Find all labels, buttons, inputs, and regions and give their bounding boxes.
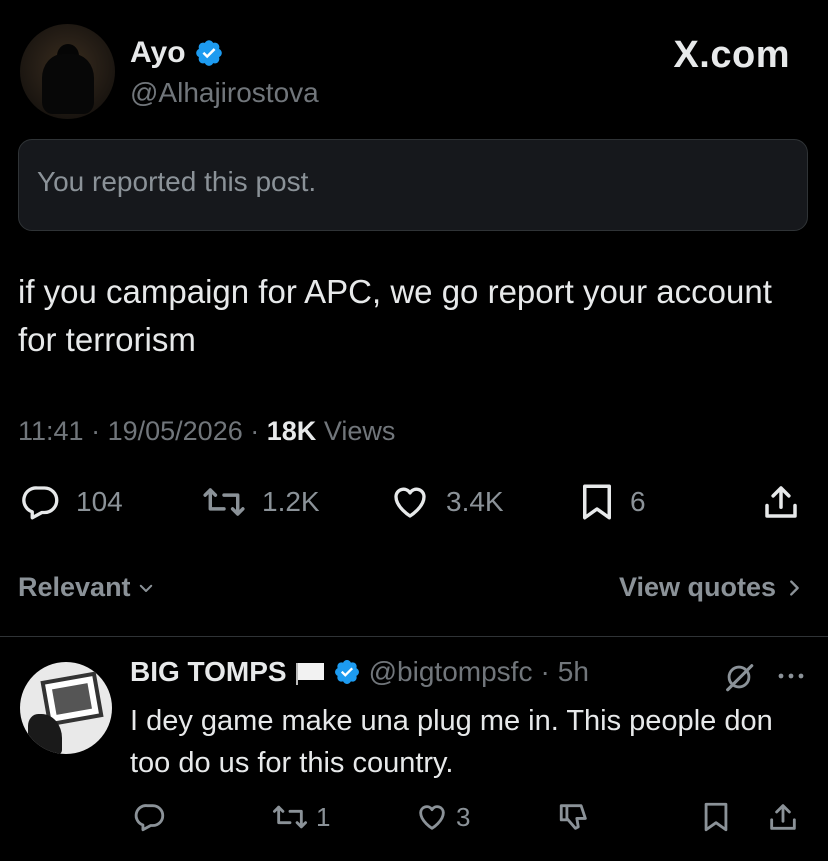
reply-bookmark-button[interactable]: [700, 800, 732, 834]
heart-icon: [388, 481, 432, 523]
thumbs-down-icon: [556, 800, 592, 834]
reply-actions: 1 3: [0, 796, 828, 840]
view-quotes-label: View quotes: [618, 572, 776, 602]
divider: [0, 636, 828, 637]
relevant-label: Relevant: [18, 572, 131, 602]
post-actions: 104 1.2K 3.4K 6: [0, 475, 828, 531]
reported-notice: You reported this post.: [18, 139, 808, 231]
repost-icon: [270, 800, 310, 834]
bookmark-button[interactable]: 6: [578, 481, 646, 523]
reported-notice-text: You reported this post.: [37, 166, 317, 197]
like-count: 3.4K: [446, 486, 504, 517]
reply-like-button[interactable]: 3: [414, 800, 470, 834]
reply-downvote-button[interactable]: [556, 800, 592, 834]
reply-count: 104: [76, 486, 123, 517]
reply-icon: [133, 800, 167, 834]
verified-badge-icon: [194, 38, 224, 68]
meta-separator: ·: [250, 416, 260, 446]
post-date[interactable]: 19/05/2026: [108, 416, 243, 446]
reply-repost-count: 1: [316, 801, 331, 832]
author-avatar[interactable]: [20, 24, 115, 119]
bookmark-icon: [700, 800, 732, 834]
repost-icon: [200, 481, 248, 523]
reply-time[interactable]: 5h: [558, 656, 589, 688]
more-options-icon[interactable]: [776, 666, 806, 686]
share-icon: [760, 481, 802, 523]
views-label: Views: [323, 416, 396, 446]
verified-badge-icon: [333, 658, 361, 686]
reply-header: BIG TOMPS @bigtompsfc · 5h: [130, 656, 589, 688]
bookmark-count: 6: [630, 486, 646, 517]
chevron-right-icon: [786, 577, 802, 599]
post-time[interactable]: 11:41: [18, 416, 84, 446]
reply-author-avatar[interactable]: [20, 662, 112, 754]
white-flag-icon: [295, 661, 325, 685]
view-quotes-link[interactable]: View quotes: [619, 572, 802, 603]
reply-icon: [20, 481, 62, 523]
reply-repost-button[interactable]: 1: [270, 800, 330, 834]
share-icon: [766, 800, 800, 834]
chevron-down-icon: [137, 579, 155, 597]
meta-separator: ·: [91, 416, 101, 446]
heart-icon: [414, 800, 450, 834]
share-button[interactable]: [760, 481, 802, 523]
author-display-name[interactable]: Ayo: [130, 36, 186, 70]
reply-separator: ·: [540, 656, 550, 687]
reply-text: I dey game make una plug me in. This peo…: [130, 705, 773, 779]
reply-button[interactable]: 104: [20, 481, 123, 523]
repost-count: 1.2K: [262, 486, 320, 517]
replies-sort-row: Relevant View quotes: [0, 568, 828, 608]
reply-display-name[interactable]: BIG TOMPS: [130, 656, 287, 688]
reply-like-count: 3: [456, 801, 471, 832]
post-text: if you campaign for APC, we go report yo…: [18, 273, 772, 358]
like-button[interactable]: 3.4K: [388, 481, 504, 523]
author-name-row[interactable]: Ayo: [130, 36, 224, 70]
views-count: 18K: [266, 416, 317, 446]
post-meta: 11:41 · 19/05/2026 · 18K Views: [18, 416, 395, 447]
reply-reply-button[interactable]: [133, 800, 167, 834]
reply-handle[interactable]: @bigtompsfc: [369, 656, 533, 688]
reply-share-button[interactable]: [766, 800, 800, 834]
x-brand-logo: X.com: [673, 34, 790, 76]
bookmark-icon: [578, 481, 616, 523]
grok-icon[interactable]: [722, 660, 756, 694]
repost-button[interactable]: 1.2K: [200, 481, 320, 523]
relevant-sort-dropdown[interactable]: Relevant: [18, 572, 155, 603]
author-handle[interactable]: @Alhajirostova: [130, 77, 319, 109]
